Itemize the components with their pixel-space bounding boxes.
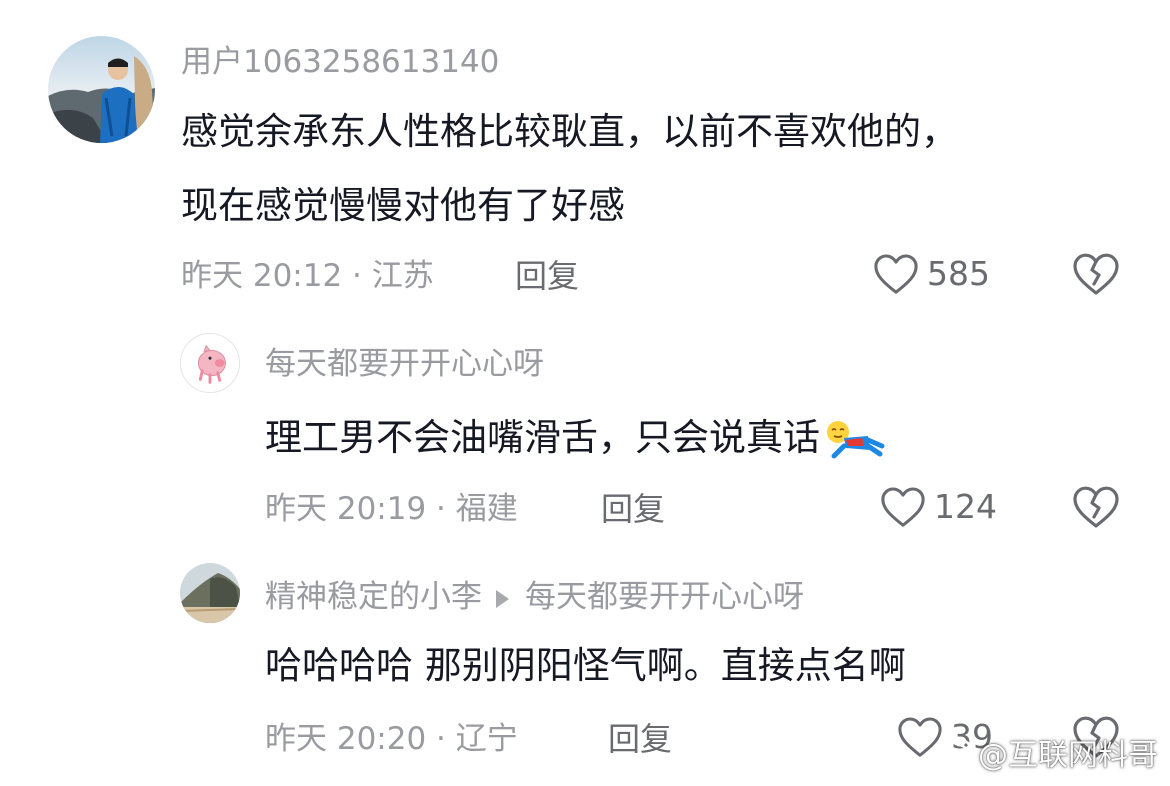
comment-text-line: 现在感觉慢慢对他有了好感 bbox=[181, 184, 625, 227]
comment-username[interactable]: 每天都要开开心心呀 bbox=[265, 344, 544, 384]
like-button[interactable]: 585 bbox=[873, 252, 990, 296]
comment-username-line: 精神稳定的小李 每天都要开开心心呀 bbox=[265, 577, 804, 617]
comment-meta: 昨天 20:20 · 辽宁 bbox=[265, 721, 518, 757]
reply-arrow-icon bbox=[496, 589, 509, 608]
avatar[interactable] bbox=[48, 36, 155, 143]
heart-outline-icon bbox=[874, 254, 918, 294]
comment-text-line: 理工男不会油嘴滑舌，只会说真话 bbox=[265, 416, 820, 459]
lying-down-emoji-icon bbox=[827, 420, 885, 458]
broken-heart-icon[interactable] bbox=[1072, 485, 1120, 529]
comment-text: 理工男不会油嘴滑舌，只会说真话 bbox=[265, 405, 886, 471]
comment-text-line: 感觉余承东人性格比较耿直，以前不喜欢他的， bbox=[181, 110, 958, 153]
pink-pig-avatar-icon bbox=[181, 334, 239, 392]
rock-landscape-avatar-icon bbox=[180, 563, 240, 623]
avatar[interactable] bbox=[180, 333, 240, 393]
like-button[interactable]: 124 bbox=[880, 485, 997, 529]
mountain-portrait-avatar-icon bbox=[48, 36, 155, 143]
comment-meta: 昨天 20:12 · 江苏 bbox=[181, 258, 434, 294]
heart-outline-icon bbox=[881, 487, 925, 527]
reply-button[interactable]: 回复 bbox=[608, 719, 672, 759]
like-count: 124 bbox=[934, 487, 997, 526]
reply-button[interactable]: 回复 bbox=[601, 489, 665, 529]
reply-to-username[interactable]: 每天都要开开心心呀 bbox=[525, 579, 804, 615]
comment-meta: 昨天 20:19 · 福建 bbox=[265, 491, 518, 527]
comment-text-line: 哈哈哈哈 那别阴阳怪气啊。直接点名啊 bbox=[265, 644, 906, 687]
like-count: 585 bbox=[927, 254, 990, 293]
weibo-logo-icon bbox=[931, 739, 972, 772]
comment-username[interactable]: 精神稳定的小李 bbox=[265, 579, 482, 615]
avatar[interactable] bbox=[180, 563, 240, 623]
watermark-text: @互联网料哥 bbox=[978, 738, 1158, 773]
reply-button[interactable]: 回复 bbox=[515, 256, 579, 296]
broken-heart-icon[interactable] bbox=[1072, 252, 1120, 296]
watermark: @互联网料哥 bbox=[930, 736, 1158, 776]
comment-username[interactable]: 用户1063258613140 bbox=[181, 42, 499, 82]
